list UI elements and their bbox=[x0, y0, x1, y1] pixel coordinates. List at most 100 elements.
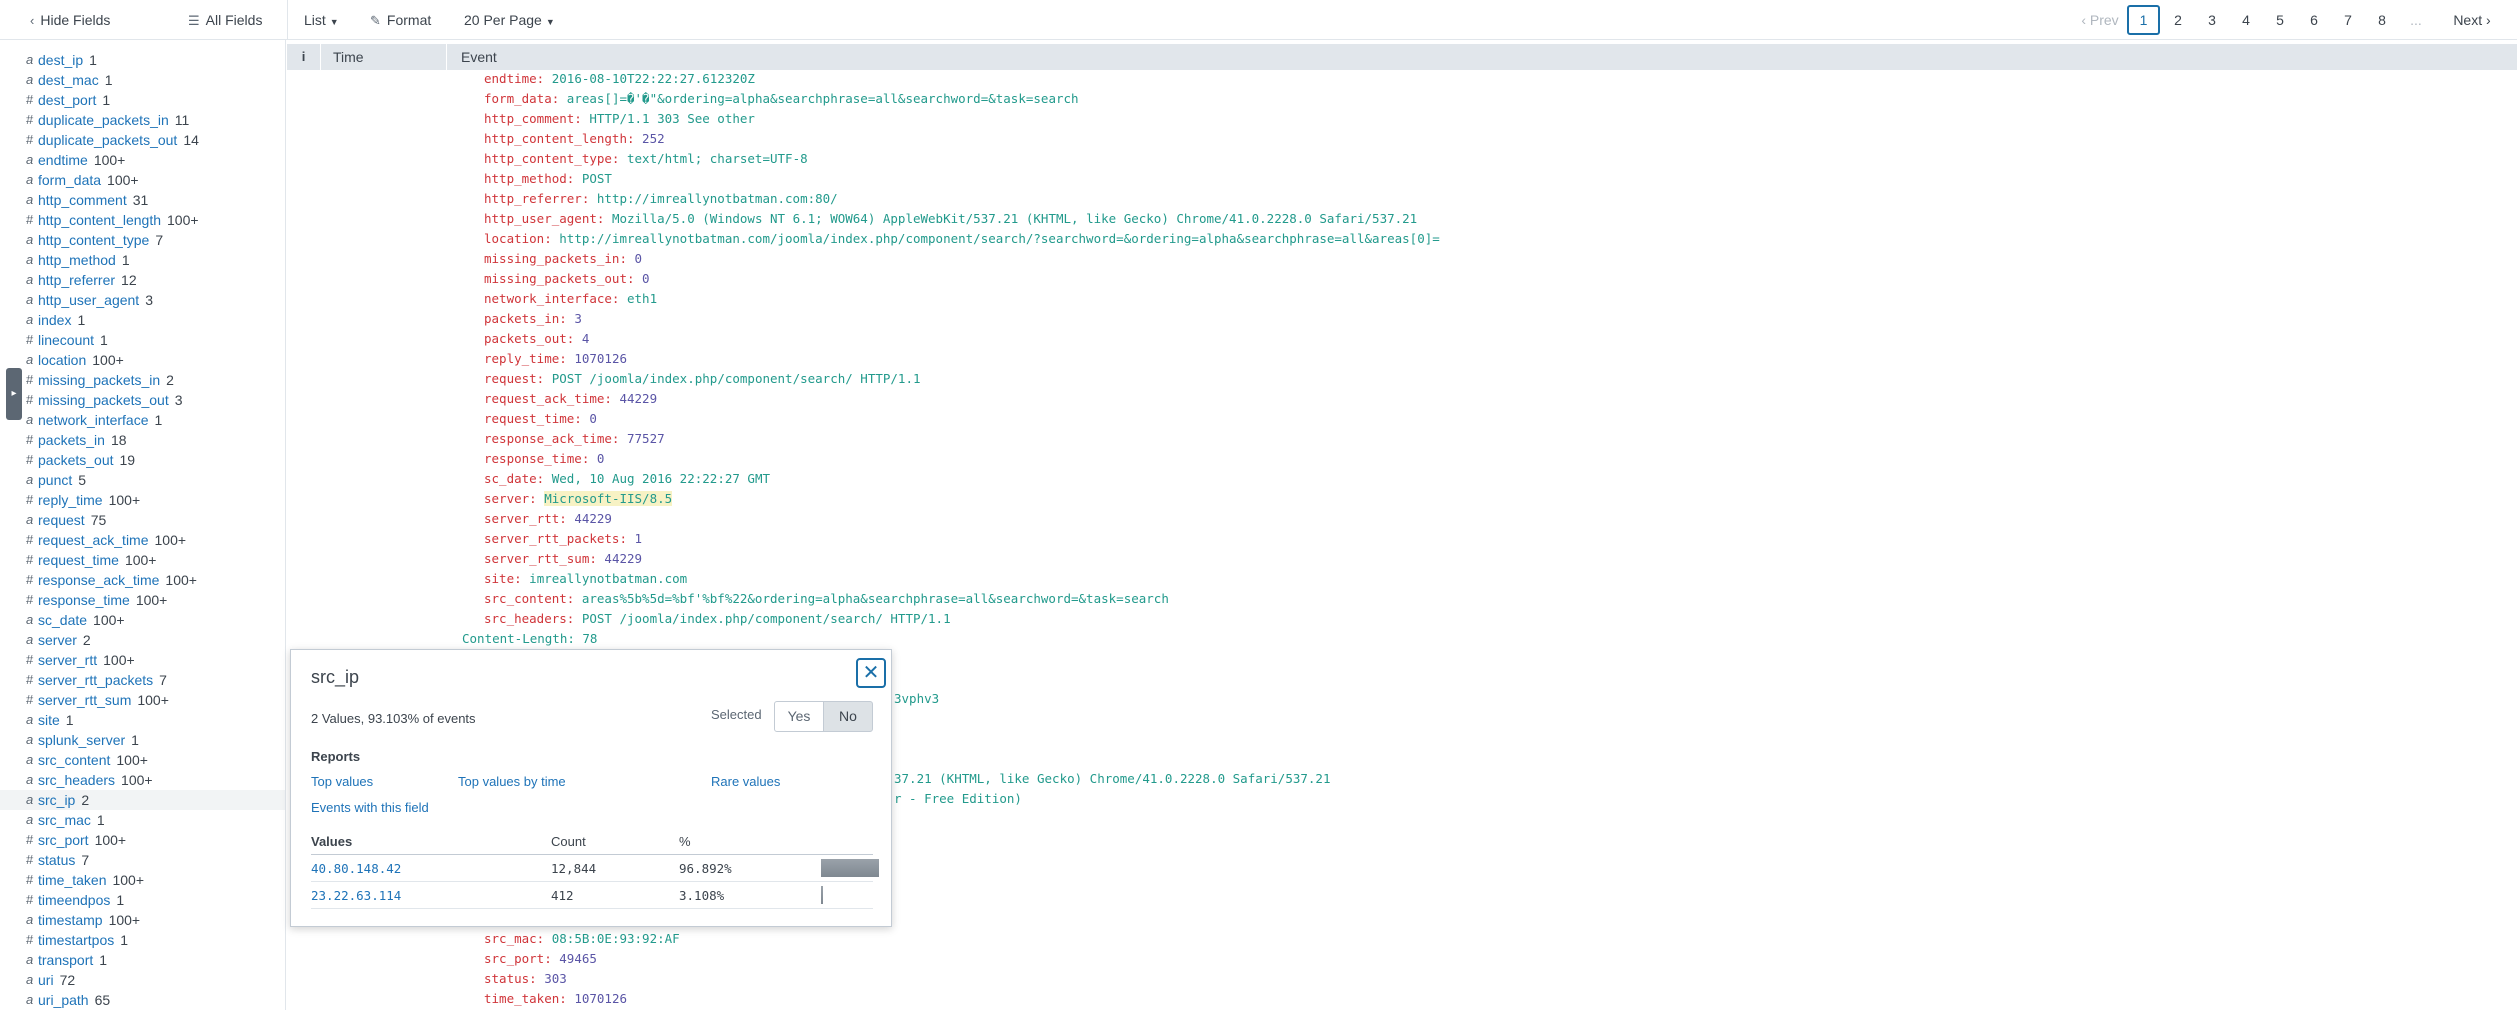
event-field-key[interactable]: packets_out: bbox=[484, 331, 574, 346]
rare-values-link[interactable]: Rare values bbox=[711, 774, 780, 789]
sidebar-field-reply-time[interactable]: # reply_time 100+ bbox=[0, 490, 285, 510]
event-field-value[interactable]: POST /joomla/index.php/component/search/… bbox=[552, 371, 921, 386]
event-field-key[interactable]: packets_in: bbox=[484, 311, 567, 326]
event-field-key[interactable]: network_interface: bbox=[484, 291, 619, 306]
event-field-key[interactable]: site: bbox=[484, 571, 522, 586]
sidebar-field-duplicate-packets-in[interactable]: # duplicate_packets_in 11 bbox=[0, 110, 285, 130]
event-field-key[interactable]: server_rtt_packets: bbox=[484, 531, 627, 546]
next-page-button[interactable]: Next › bbox=[2440, 5, 2504, 35]
selected-yes-button[interactable]: Yes bbox=[774, 701, 824, 732]
event-field-value[interactable]: 0 bbox=[635, 251, 643, 266]
sidebar-field-request[interactable]: a request 75 bbox=[0, 510, 285, 530]
event-field-value[interactable]: 44229 bbox=[574, 511, 612, 526]
event-field-key[interactable]: time_taken: bbox=[484, 991, 567, 1006]
table-row[interactable]: 40.80.148.42 12,844 96.892% bbox=[311, 855, 879, 882]
event-field-value[interactable]: Mozilla/5.0 (Windows NT 6.1; WOW64) Appl… bbox=[612, 211, 1417, 226]
event-field-value[interactable]: 44229 bbox=[619, 391, 657, 406]
time-column-header[interactable]: Time bbox=[321, 44, 447, 70]
event-field-key[interactable]: missing_packets_in: bbox=[484, 251, 627, 266]
page-8-button[interactable]: 8 bbox=[2367, 5, 2397, 35]
event-field-key[interactable]: http_content_type: bbox=[484, 151, 619, 166]
event-field-key[interactable]: http_referrer: bbox=[484, 191, 589, 206]
list-view-dropdown[interactable]: List ▼ bbox=[304, 0, 339, 40]
event-field-value[interactable]: 49465 bbox=[559, 951, 597, 966]
event-field-value[interactable]: imreallynotbatman.com bbox=[529, 571, 687, 586]
event-field-key[interactable]: server_rtt_sum: bbox=[484, 551, 597, 566]
sidebar-field-network-interface[interactable]: a network_interface 1 bbox=[0, 410, 285, 430]
sidebar-field-duplicate-packets-out[interactable]: # duplicate_packets_out 14 bbox=[0, 130, 285, 150]
event-field-key[interactable]: sc_date: bbox=[484, 471, 544, 486]
event-field-value[interactable]: POST bbox=[582, 171, 612, 186]
sidebar-field-dest-port[interactable]: # dest_port 1 bbox=[0, 90, 285, 110]
event-field-key[interactable]: request: bbox=[484, 371, 544, 386]
prev-page-button[interactable]: ‹ Prev bbox=[2068, 5, 2132, 35]
page-5-button[interactable]: 5 bbox=[2265, 5, 2295, 35]
all-fields-button[interactable]: ☰ All Fields bbox=[188, 0, 262, 40]
selected-no-button[interactable]: No bbox=[823, 701, 873, 732]
sidebar-field-http-content-length[interactable]: # http_content_length 100+ bbox=[0, 210, 285, 230]
sidebar-field-server-rtt[interactable]: # server_rtt 100+ bbox=[0, 650, 285, 670]
event-field-value[interactable]: 44229 bbox=[604, 551, 642, 566]
hide-fields-button[interactable]: ‹ Hide Fields bbox=[30, 0, 110, 40]
table-row[interactable]: 23.22.63.114 412 3.108% bbox=[311, 882, 873, 909]
event-field-value[interactable]: 3 bbox=[574, 311, 582, 326]
page-3-button[interactable]: 3 bbox=[2197, 5, 2227, 35]
event-field-value[interactable]: areas[]=�'�"&ordering=alpha&searchphrase… bbox=[567, 91, 1079, 106]
sidebar-field-server[interactable]: a server 2 bbox=[0, 630, 285, 650]
event-field-value[interactable]: POST /joomla/index.php/component/search/… bbox=[582, 611, 951, 626]
event-field-value[interactable]: text/html; charset=UTF-8 bbox=[627, 151, 808, 166]
sidebar-field-server-rtt-packets[interactable]: # server_rtt_packets 7 bbox=[0, 670, 285, 690]
event-field-value[interactable]: eth1 bbox=[627, 291, 657, 306]
event-field-key[interactable]: form_data: bbox=[484, 91, 559, 106]
event-field-value[interactable]: 0 bbox=[589, 411, 597, 426]
sidebar-field-packets-out[interactable]: # packets_out 19 bbox=[0, 450, 285, 470]
sidebar-field-dest-mac[interactable]: a dest_mac 1 bbox=[0, 70, 285, 90]
event-field-key[interactable]: location: bbox=[484, 231, 552, 246]
event-field-value[interactable]: Wed, 10 Aug 2016 22:22:27 GMT bbox=[552, 471, 770, 486]
event-field-value[interactable]: 2016-08-10T22:22:27.612320Z bbox=[552, 71, 755, 86]
event-field-value[interactable]: http://imreallynotbatman.com:80/ bbox=[597, 191, 838, 206]
event-field-value[interactable]: areas%5b%5d=%bf'%bf%22&ordering=alpha&se… bbox=[582, 591, 1169, 606]
sidebar-field-src-headers[interactable]: a src_headers 100+ bbox=[0, 770, 285, 790]
sidebar-field-missing-packets-in[interactable]: # missing_packets_in 2 bbox=[0, 370, 285, 390]
sidebar-field-packets-in[interactable]: # packets_in 18 bbox=[0, 430, 285, 450]
event-field-value[interactable]: 1070126 bbox=[574, 991, 627, 1006]
sidebar-field-http-user-agent[interactable]: a http_user_agent 3 bbox=[0, 290, 285, 310]
sidebar-field-index[interactable]: a index 1 bbox=[0, 310, 285, 330]
event-field-value[interactable]: 77527 bbox=[627, 431, 665, 446]
sidebar-field-timestartpos[interactable]: # timestartpos 1 bbox=[0, 930, 285, 950]
sidebar-field-missing-packets-out[interactable]: # missing_packets_out 3 bbox=[0, 390, 285, 410]
close-button[interactable]: ✕ bbox=[856, 658, 886, 688]
sidebar-field-src-mac[interactable]: a src_mac 1 bbox=[0, 810, 285, 830]
sidebar-field-uri-path[interactable]: a uri_path 65 bbox=[0, 990, 285, 1010]
event-field-key[interactable]: src_content: bbox=[484, 591, 574, 606]
sidebar-field-server-rtt-sum[interactable]: # server_rtt_sum 100+ bbox=[0, 690, 285, 710]
page-6-button[interactable]: 6 bbox=[2299, 5, 2329, 35]
sidebar-field-timeendpos[interactable]: # timeendpos 1 bbox=[0, 890, 285, 910]
sidebar-toggle-icon[interactable]: ▸ bbox=[6, 368, 22, 420]
page-7-button[interactable]: 7 bbox=[2333, 5, 2363, 35]
page-1-button[interactable]: 1 bbox=[2127, 5, 2160, 35]
event-field-key[interactable]: http_comment: bbox=[484, 111, 582, 126]
event-field-key[interactable]: src_port: bbox=[484, 951, 552, 966]
event-field-key[interactable]: request_time: bbox=[484, 411, 582, 426]
sidebar-field-time-taken[interactable]: # time_taken 100+ bbox=[0, 870, 285, 890]
event-field-value[interactable]: Microsoft-IIS/8.5 bbox=[544, 491, 673, 506]
sidebar-field-dest-ip[interactable]: a dest_ip 1 bbox=[0, 50, 285, 70]
event-field-value[interactable]: 4 bbox=[582, 331, 590, 346]
event-field-key[interactable]: http_content_length: bbox=[484, 131, 635, 146]
sidebar-field-status[interactable]: # status 7 bbox=[0, 850, 285, 870]
sidebar-field-site[interactable]: a site 1 bbox=[0, 710, 285, 730]
event-field-key[interactable]: missing_packets_out: bbox=[484, 271, 635, 286]
sidebar-field-http-referrer[interactable]: a http_referrer 12 bbox=[0, 270, 285, 290]
sidebar-field-punct[interactable]: a punct 5 bbox=[0, 470, 285, 490]
event-field-key[interactable]: response_time: bbox=[484, 451, 589, 466]
event-field-value[interactable]: 1070126 bbox=[574, 351, 627, 366]
sidebar-field-linecount[interactable]: # linecount 1 bbox=[0, 330, 285, 350]
event-field-value[interactable]: 08:5B:0E:93:92:AF bbox=[552, 931, 680, 946]
value-cell[interactable]: 40.80.148.42 bbox=[311, 855, 401, 882]
event-field-key[interactable]: server: bbox=[484, 491, 537, 506]
event-field-value[interactable]: 0 bbox=[597, 451, 605, 466]
sidebar-field-form-data[interactable]: a form_data 100+ bbox=[0, 170, 285, 190]
sidebar-field-sc-date[interactable]: a sc_date 100+ bbox=[0, 610, 285, 630]
